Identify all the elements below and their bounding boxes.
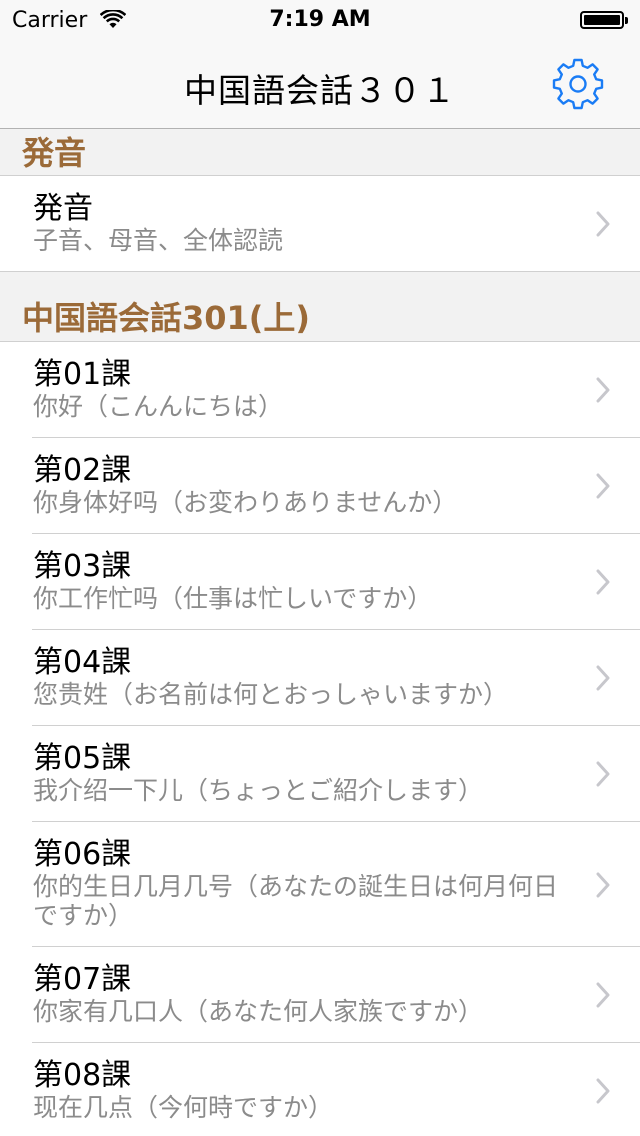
chevron-right-icon <box>596 1078 610 1104</box>
list-item-subtitle: 你的生日几月几号（あなたの誕生日は何月何日ですか） <box>33 872 559 930</box>
navigation-bar: 中国語会話３０１ <box>0 40 640 129</box>
list-item-title: 第06課 <box>33 837 132 872</box>
list-item-subtitle: 你好（こんんにちは） <box>33 392 284 421</box>
list-item-title: 第04課 <box>33 645 132 680</box>
chevron-right-icon <box>596 377 610 403</box>
list-item-lesson-05[interactable]: 第05課 我介绍一下儿（ちょっとご紹介します） <box>0 726 640 822</box>
list-item-subtitle: 子音、母音、全体認読 <box>33 226 284 255</box>
settings-gear-icon[interactable] <box>551 57 605 111</box>
section-header-conversation-301: 中国語会話301(上) <box>0 298 640 342</box>
chevron-right-icon <box>596 211 610 237</box>
list-item-subtitle: 你工作忙吗（仕事は忙しいですか） <box>33 584 433 613</box>
chevron-right-icon <box>596 982 610 1008</box>
list-item-lesson-03[interactable]: 第03課 你工作忙吗（仕事は忙しいですか） <box>0 534 640 630</box>
list-item-subtitle: 你身体好吗（お変わりありませんか） <box>33 488 458 517</box>
list-item-lesson-02[interactable]: 第02課 你身体好吗（お変わりありませんか） <box>0 438 640 534</box>
list-item-title: 第07課 <box>33 962 132 997</box>
section-header-label: 中国語会話301(上) <box>22 299 311 337</box>
chevron-right-icon <box>596 569 610 595</box>
battery-icon <box>580 11 628 29</box>
list-item-title: 第01課 <box>33 357 132 392</box>
chevron-right-icon <box>596 665 610 691</box>
list-item-lesson-07[interactable]: 第07課 你家有几口人（あなた何人家族ですか） <box>0 947 640 1043</box>
list-item-lesson-08[interactable]: 第08課 现在几点（今何時ですか） <box>0 1043 640 1136</box>
list-item-lesson-04[interactable]: 第04課 您贵姓（お名前は何とおっしゃいますか） <box>0 630 640 726</box>
list-item-subtitle: 现在几点（今何時ですか） <box>33 1093 334 1122</box>
chevron-right-icon <box>596 473 610 499</box>
list-item-title: 第02課 <box>33 453 132 488</box>
status-bar: Carrier 7:19 AM <box>0 0 640 40</box>
list-item-pronunciation[interactable]: 発音 子音、母音、全体認読 <box>0 176 640 272</box>
section-gap <box>0 272 640 298</box>
clock: 7:19 AM <box>269 7 371 32</box>
list-item-lesson-06[interactable]: 第06課 你的生日几月几号（あなたの誕生日は何月何日ですか） <box>0 822 640 947</box>
list-item-lesson-01[interactable]: 第01課 你好（こんんにちは） <box>0 342 640 438</box>
list-item-title: 第05課 <box>33 741 132 776</box>
section-header-label: 発音 <box>22 134 87 172</box>
chevron-right-icon <box>596 761 610 787</box>
list-item-title: 第08課 <box>33 1058 132 1093</box>
list-item-subtitle: 您贵姓（お名前は何とおっしゃいますか） <box>33 680 509 709</box>
lesson-list: 発音 発音 子音、母音、全体認読 中国語会話301(上) 第01課 你好（こんん… <box>0 129 640 1136</box>
list-item-subtitle: 我介绍一下儿（ちょっとご紹介します） <box>33 776 484 805</box>
list-item-title: 発音 <box>33 191 93 226</box>
section-header-pronunciation: 発音 <box>0 129 640 176</box>
list-item-title: 第03課 <box>33 549 132 584</box>
list-item-subtitle: 你家有几口人（あなた何人家族ですか） <box>33 997 484 1026</box>
chevron-right-icon <box>596 872 610 897</box>
page-title: 中国語会話３０１ <box>184 71 456 110</box>
